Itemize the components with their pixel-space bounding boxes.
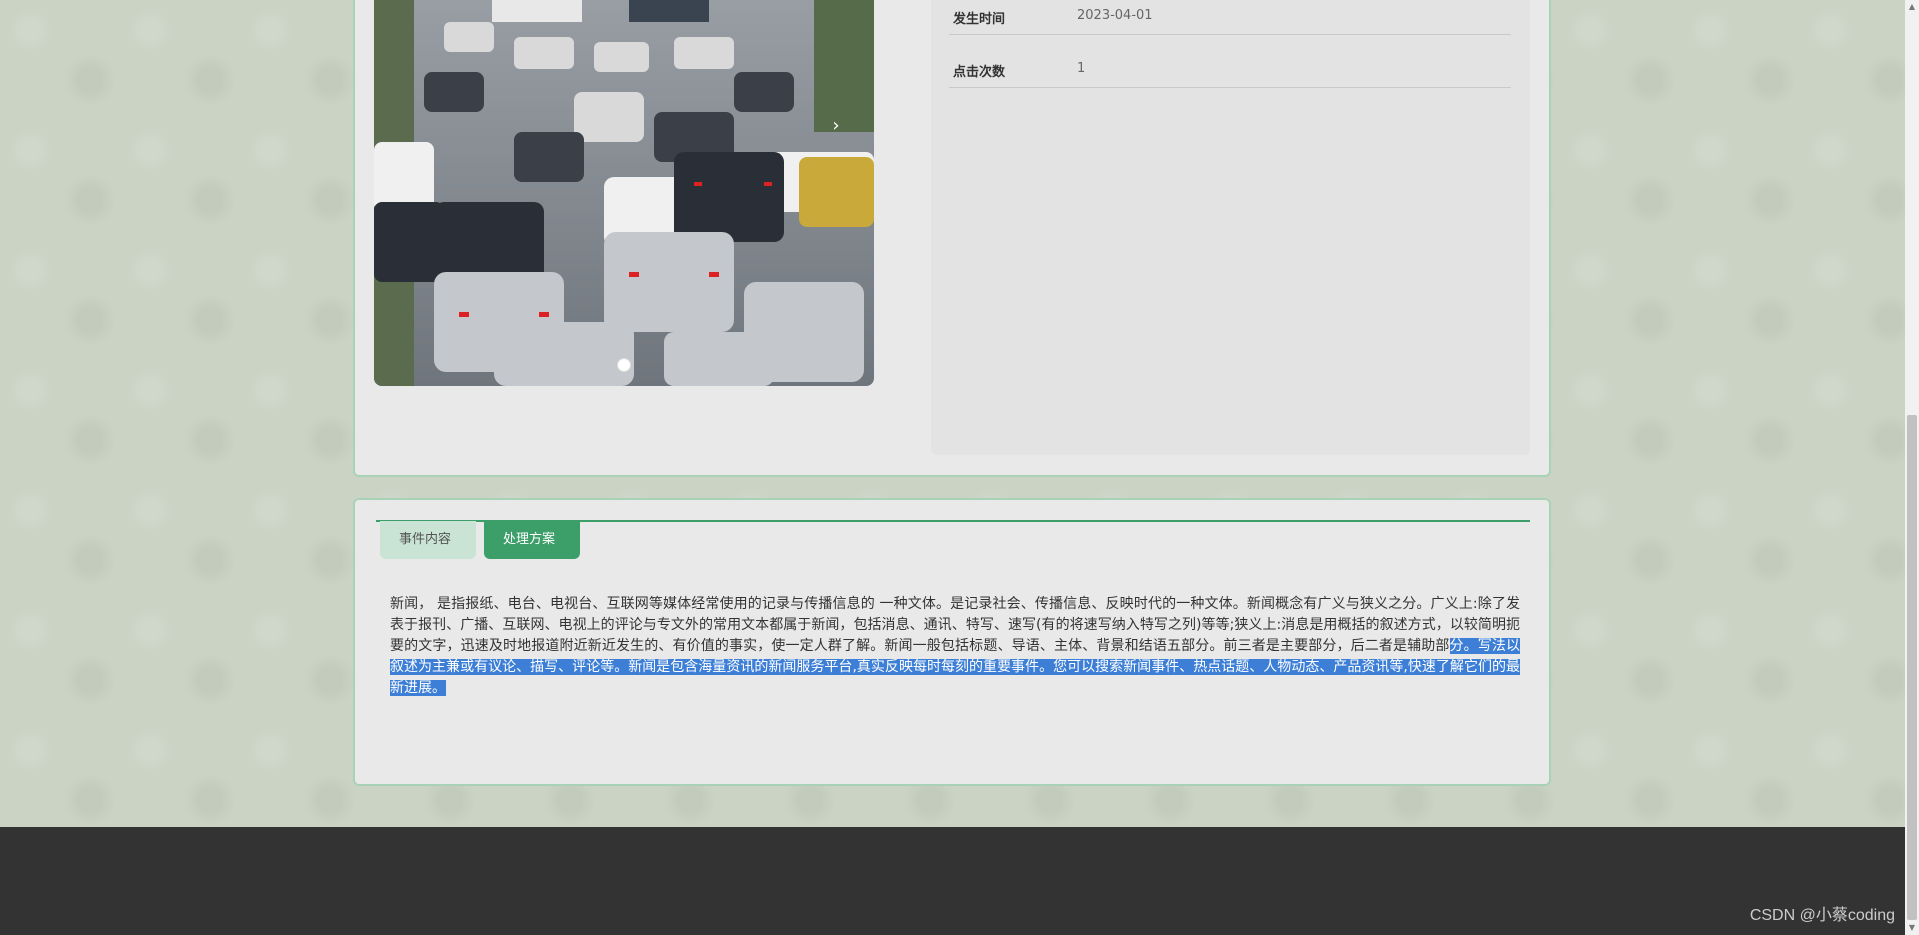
- traffic-jam-photo: [374, 0, 874, 386]
- article-text: 新闻， 是指报纸、电台、电视台、互联网等媒体经常使用的记录与传播信息的 一种文体…: [390, 594, 1521, 699]
- field-label: 发生时间: [953, 12, 1006, 27]
- field-label: 点击次数: [953, 65, 1006, 80]
- content-panel: 事件内容 处理方案 新闻， 是指报纸、电台、电视台、互联网等媒体经常使用的记录与…: [353, 498, 1551, 786]
- carousel-dot[interactable]: [617, 358, 631, 372]
- vertical-scrollbar[interactable]: ▲ ▼: [1905, 0, 1919, 935]
- chevron-right-icon[interactable]: ›: [828, 114, 844, 138]
- tab-handling-plan[interactable]: 处理方案: [484, 521, 580, 559]
- event-info-box: 发生时间 2023-04-01 点击次数 1: [931, 0, 1530, 455]
- carousel-indicators: [374, 357, 874, 376]
- article-text-normal: 新闻， 是指报纸、电台、电视台、互联网等媒体经常使用的记录与传播信息的 一种文体…: [390, 596, 1520, 654]
- field-value: 1: [1077, 61, 1086, 76]
- watermark-text: CSDN @小蔡coding: [1749, 907, 1895, 924]
- event-detail-panel: › 发生时间 2023-04-01 点击次数 1: [353, 0, 1551, 477]
- page-footer: [0, 827, 1905, 935]
- info-row-occurrence-time: 发生时间 2023-04-01: [949, 0, 1511, 35]
- scroll-up-icon[interactable]: ▲: [1905, 0, 1919, 14]
- info-row-click-count: 点击次数 1: [949, 35, 1511, 88]
- scrollbar-thumb[interactable]: [1907, 415, 1917, 920]
- tab-event-content[interactable]: 事件内容: [380, 521, 476, 559]
- scroll-down-icon[interactable]: ▼: [1905, 921, 1919, 935]
- field-value: 2023-04-01: [1077, 8, 1153, 23]
- image-carousel[interactable]: ›: [374, 0, 874, 386]
